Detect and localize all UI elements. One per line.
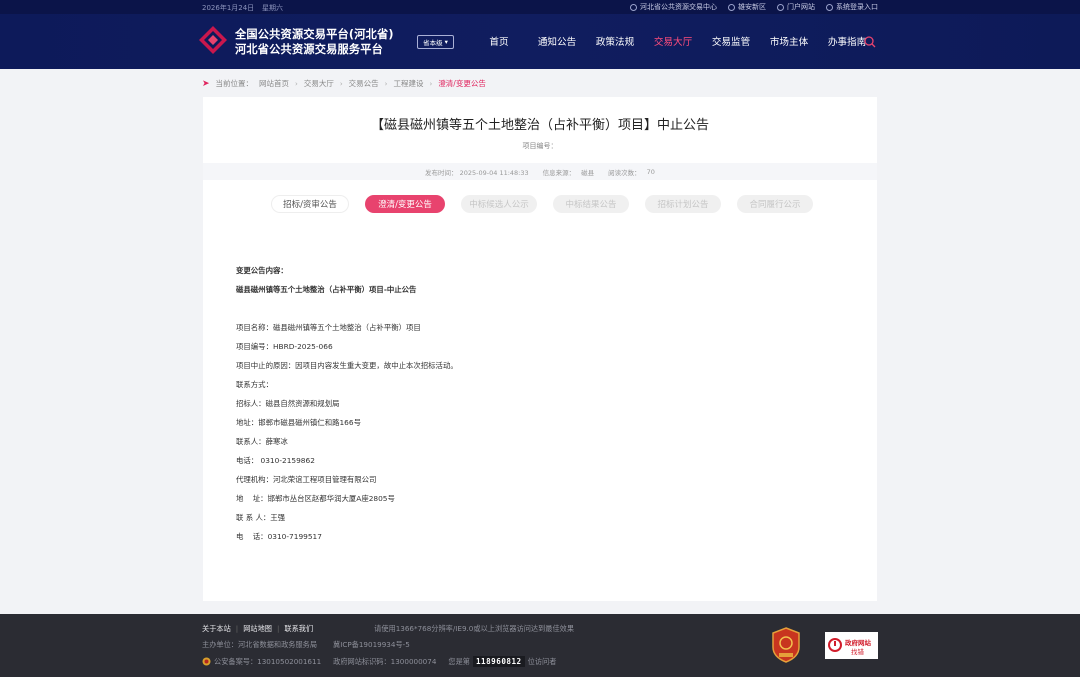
breadcrumb-item[interactable]: 工程建设 [393, 78, 423, 89]
nav-notices[interactable]: 通知公告 [528, 34, 586, 48]
globe-icon [630, 3, 637, 11]
top-link-center[interactable]: 河北省公共资源交易中心 [630, 2, 717, 12]
site-footer: 关于本站 | 网站地图 | 联系我们 请使用1366*768分辨率/IE9.0或… [0, 614, 1080, 677]
footer-divider: | [235, 624, 239, 633]
tab-contract-performance: 合同履行公示 [737, 195, 813, 213]
police-badge-icon [202, 657, 211, 666]
top-link-xiongan[interactable]: 雄安新区 [728, 2, 766, 12]
breadcrumb-separator-icon: › [295, 79, 298, 88]
breadcrumb-current: 澄清/变更公告 [438, 79, 486, 88]
breadcrumb-separator-icon: › [339, 79, 343, 88]
article-card: 【磁县磁州镇等五个土地整治（占补平衡）项目】中止公告 项目编号： 发布时间： 2… [203, 97, 877, 601]
content-line: 联系方式： [236, 380, 273, 389]
source-value: 磁县 [581, 168, 595, 177]
tab-award-result: 中标结果公告 [553, 195, 629, 213]
content-line: 项目编号：HBRD-2025-066 [236, 342, 333, 351]
tab-tender-notice[interactable]: 招标/资审公告 [271, 195, 349, 213]
visitor-counter: 您是第 118960812 位访问者 [448, 656, 556, 667]
top-link-login[interactable]: 系统登录入口 [826, 2, 878, 12]
visitor-count: 118960812 [472, 656, 525, 667]
party-gov-badge-icon[interactable] [771, 627, 801, 663]
nav-market-entities[interactable]: 市场主体 [760, 34, 818, 48]
footer-icp[interactable]: 冀ICP备19019934号-5 [333, 640, 410, 650]
tab-clarification-notice[interactable]: 澄清/变更公告 [365, 195, 445, 213]
content-line: 联系人：薛寒冰 [236, 437, 288, 446]
content-line: 代理机构：河北荣谊工程项目管理有限公司 [236, 475, 377, 484]
breadcrumb-item[interactable]: 交易大厅 [304, 78, 334, 89]
content-line: 招标人：磁县自然资源和规划局 [236, 399, 340, 408]
browser-hint: 请使用1366*768分辨率/IE9.0或以上浏览器访问达到最佳效果 [374, 624, 575, 633]
breadcrumb-separator-icon: › [429, 79, 433, 88]
police-record-text: 公安备案号：13010502001611 [214, 656, 322, 666]
breadcrumb: ➤ 当前位置： 网站首页 › 交易大厅 › 交易公告 › 工程建设 › 澄清/变… [202, 78, 486, 89]
chevron-down-icon: ▾ [444, 38, 448, 46]
search-icon[interactable] [864, 36, 876, 48]
level-select-value: 省本级 [423, 39, 443, 47]
footer-record-row: 公安备案号：13010502001611 政府网站标识码：1300000074 … [202, 656, 556, 667]
content-line: 电 话：0310-7199517 [236, 532, 322, 541]
footer-links: 关于本站 | 网站地图 | 联系我们 请使用1366*768分辨率/IE9.0或… [202, 624, 574, 634]
badge-line-2: 找错 [851, 648, 864, 656]
police-record[interactable]: 公安备案号：13010502001611 [202, 657, 321, 667]
top-link-portal[interactable]: 门户网站 [777, 2, 815, 12]
top-links: 河北省公共资源交易中心 雄安新区 门户网站 系统登录入口 [630, 2, 878, 12]
content-line: 项目中止的原因：因项目内容发生重大变更，故中止本次招标活动。 [236, 361, 458, 370]
content-line: 项目名称：磁县磁州镇等五个土地整治（占补平衡）项目 [236, 323, 421, 332]
level-select[interactable]: 省本级 ▾ [417, 35, 454, 49]
article-title: 【磁县磁州镇等五个土地整治（占补平衡）项目】中止公告 [370, 118, 709, 133]
home-icon [777, 3, 784, 11]
source-label: 信息来源： [542, 168, 576, 177]
site-header: 全国公共资源交易平台(河北省) 河北省公共资源交易服务平台 省本级 ▾ 首页 通… [0, 14, 1080, 69]
views-count: 70 [646, 167, 655, 176]
current-date: 2026年1月24日 [202, 4, 255, 12]
site-brand[interactable]: 全国公共资源交易平台(河北省) 河北省公共资源交易服务平台 [235, 27, 394, 57]
footer-link-about[interactable]: 关于本站 [202, 624, 231, 634]
location-icon [728, 3, 735, 11]
breadcrumb-label: 当前位置： [215, 79, 254, 88]
current-weekday: 星期六 [262, 4, 283, 12]
visitor-prefix: 您是第 [448, 656, 470, 666]
gov-site-id: 政府网站标识码：1300000074 [333, 656, 437, 666]
site-logo-icon [199, 26, 227, 54]
nav-home[interactable]: 首页 [470, 34, 528, 48]
location-arrow-icon: ➤ [202, 78, 210, 89]
content-line: 电话： 0310-2159862 [236, 456, 315, 465]
footer-info-row: 主办单位：河北省数据和政务服务局 冀ICP备19019934号-5 [202, 640, 410, 650]
footer-divider: | [276, 624, 280, 633]
breadcrumb-separator-icon: › [384, 79, 388, 88]
user-icon [826, 3, 833, 11]
notice-tabs: 招标/资审公告 澄清/变更公告 中标候选人公示 中标结果公告 招标计划公告 合同… [271, 195, 813, 213]
publish-time: 发布时间： 2025-09-04 11:48:33 [425, 168, 529, 177]
nav-trading-hall[interactable]: 交易大厅 [644, 34, 702, 48]
nav-policies[interactable]: 政策法规 [586, 34, 644, 48]
report-error-icon [828, 638, 842, 652]
content-subheading: 磁县磁州镇等五个土地整治（占补平衡）项目-中止公告 [236, 285, 417, 294]
views-label: 阅读次数： [608, 168, 641, 177]
breadcrumb-item[interactable]: 网站首页 [259, 78, 289, 89]
content-heading: 变更公告内容： [236, 266, 288, 275]
article-meta: 发布时间： 2025-09-04 11:48:33 信息来源： 磁县 阅读次数：… [203, 163, 877, 180]
footer-sponsor: 主办单位：河北省数据和政务服务局 [202, 640, 318, 649]
breadcrumb-item[interactable]: 交易公告 [349, 78, 379, 89]
top-bar: 2026年1月24日 星期六 河北省公共资源交易中心 雄安新区 门户网站 系统登… [0, 0, 1080, 14]
content-line: 联 系 人：王强 [236, 513, 286, 522]
nav-supervision[interactable]: 交易监管 [702, 34, 760, 48]
tab-candidate-publicity: 中标候选人公示 [461, 195, 537, 213]
footer-link-contact[interactable]: 联系我们 [284, 624, 313, 634]
content-line: 地址：邯郸市磁县磁州镇仁和路166号 [236, 418, 361, 427]
brand-line-1: 全国公共资源交易平台(河北省) [235, 28, 394, 41]
gov-site-error-report[interactable]: 政府网站 找错 [825, 632, 878, 659]
brand-line-2: 河北省公共资源交易服务平台 [235, 43, 384, 56]
footer-link-sitemap[interactable]: 网站地图 [243, 624, 272, 634]
project-number: 项目编号： [522, 142, 558, 150]
visitor-suffix: 位访问者 [527, 656, 557, 666]
main-nav: 首页 通知公告 政策法规 交易大厅 交易监管 市场主体 办事指南 [470, 34, 876, 48]
content-line: 地 址：邯郸市丛台区赵都华润大厦A座2805号 [236, 494, 395, 503]
tab-tender-plan: 招标计划公告 [645, 195, 721, 213]
